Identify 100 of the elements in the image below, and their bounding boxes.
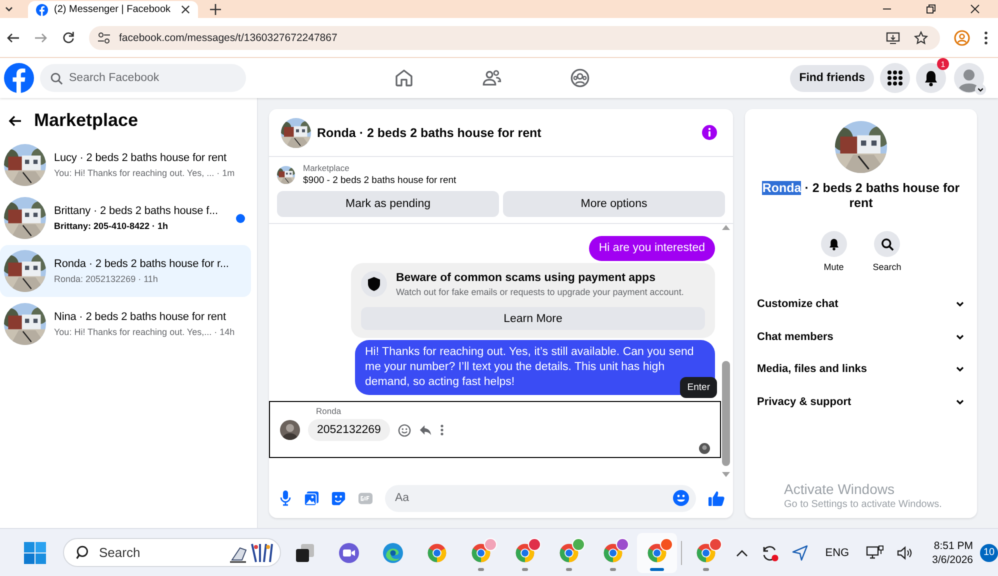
- info-icon[interactable]: [702, 125, 717, 140]
- conversation-title: Nina · 2 beds 2 baths house for rent: [54, 311, 227, 323]
- bell-icon: [923, 70, 939, 86]
- message-text-input[interactable]: Aa: [395, 492, 673, 504]
- search-field[interactable]: Search Facebook: [40, 64, 246, 92]
- install-app-icon[interactable]: [886, 30, 900, 44]
- message-preview: Ronda: 2052132269 · 11h: [54, 274, 159, 284]
- listing-action-button[interactable]: Mark as pending: [277, 191, 499, 217]
- search-input[interactable]: Search: [99, 545, 220, 560]
- tooltip: Enter: [680, 377, 717, 398]
- like-icon[interactable]: [708, 490, 725, 506]
- profile-icon[interactable]: [954, 30, 970, 46]
- search-button[interactable]: [874, 231, 900, 257]
- section-label: Privacy & support: [757, 396, 852, 408]
- listing-action-button[interactable]: More options: [503, 191, 725, 217]
- friends-icon[interactable]: [482, 68, 502, 88]
- running-indicator: [610, 568, 616, 570]
- message-preview: You: Hi! Thanks for reaching out. Yes,... · 14h: [54, 327, 236, 337]
- home-icon[interactable]: [394, 68, 414, 88]
- running-indicator: [478, 568, 484, 570]
- conversation-item[interactable]: Ronda · 2 beds 2 baths house for r... Ronda: 2052132269 · 11h: [0, 245, 251, 297]
- notifications-button[interactable]: [916, 63, 946, 93]
- windows-start-icon[interactable]: [24, 542, 46, 564]
- notification-count: 1: [937, 58, 949, 70]
- taskbar-search-field[interactable]: Search: [63, 538, 281, 567]
- new-tab-icon[interactable]: [210, 4, 221, 14]
- search-icon: [880, 238, 894, 250]
- running-indicator: [522, 568, 528, 570]
- search-input[interactable]: Search Facebook: [69, 72, 236, 84]
- scroll-up-icon[interactable]: [722, 225, 730, 230]
- microphone-icon[interactable]: [279, 490, 292, 506]
- caret-icon: [975, 84, 986, 95]
- account-button[interactable]: [954, 63, 984, 93]
- menu-button[interactable]: [880, 63, 910, 93]
- date-text: 3/6/2026: [932, 554, 973, 566]
- message-input[interactable]: Aa: [385, 484, 696, 512]
- groups-icon[interactable]: [570, 68, 590, 88]
- accordion-row[interactable]: Media, files and links: [757, 353, 965, 386]
- shield-icon: [367, 276, 381, 292]
- grid-icon: [887, 70, 903, 86]
- location-icon[interactable]: [792, 544, 808, 560]
- search-icon: [76, 545, 91, 560]
- learn-more-button[interactable]: Learn More: [361, 307, 705, 330]
- network-icon[interactable]: [866, 544, 884, 560]
- sticker-icon[interactable]: [331, 490, 346, 506]
- section-label: Customize chat: [757, 298, 838, 310]
- smiley-icon[interactable]: [398, 424, 411, 436]
- restore-icon[interactable]: [926, 4, 936, 14]
- scrollbar-thumb[interactable]: [722, 361, 730, 466]
- facebook-icon: [36, 4, 48, 16]
- star-icon[interactable]: [914, 30, 928, 44]
- reply-icon[interactable]: [418, 424, 432, 436]
- find-friends-button[interactable]: Find friends: [790, 64, 874, 92]
- bell-icon: [828, 238, 840, 250]
- sent-message: Hi are you interested: [588, 236, 715, 261]
- chevron-up-icon[interactable]: [736, 548, 748, 556]
- edge-icon: [382, 542, 404, 564]
- notification-count[interactable]: 10: [980, 544, 998, 562]
- tab-title: (2) Messenger | Facebook: [54, 4, 172, 15]
- menu-icon[interactable]: [984, 30, 988, 44]
- activation-title: Activate Windows: [784, 481, 896, 497]
- accordion-row[interactable]: Customize chat: [757, 288, 965, 320]
- accordion-row[interactable]: Chat members: [757, 320, 965, 353]
- conversation-item[interactable]: Lucy · 2 beds 2 baths house for rent You: Hi! Thanks for reaching out. Yes, ... · 1m: [0, 139, 251, 191]
- accordion-row[interactable]: Privacy & support: [757, 386, 965, 418]
- tab-list-icon[interactable]: [4, 4, 14, 14]
- conversation-title: Ronda · 2 beds 2 baths house for rent: [761, 181, 961, 211]
- search-icon: [50, 72, 63, 84]
- message-preview: You: Hi! Thanks for reaching out. Yes, ... · 1m: [54, 168, 236, 178]
- clock[interactable]: 8:51 PM 3/6/2026: [932, 540, 973, 566]
- facebook-logo[interactable]: [4, 63, 34, 93]
- time-text: 8:51 PM: [934, 540, 973, 552]
- more-icon[interactable]: [440, 424, 444, 436]
- language-indicator[interactable]: ENG: [825, 546, 850, 558]
- mute-button[interactable]: [820, 231, 847, 257]
- scroll-down-icon[interactable]: [722, 472, 730, 477]
- back-icon[interactable]: [8, 114, 22, 128]
- message-preview: Brittany: 205-410-8422 · 1h: [54, 221, 170, 231]
- forward-icon[interactable]: [34, 30, 48, 44]
- emoji-icon[interactable]: [673, 490, 689, 506]
- conversation-title: Ronda · 2 beds 2 baths house for r...: [54, 258, 230, 270]
- back-icon[interactable]: [6, 30, 20, 44]
- skates-drawing: [228, 542, 276, 564]
- site-settings-icon[interactable]: [97, 30, 111, 44]
- listing-title: $900 - 2 beds 2 baths house for rent: [303, 175, 456, 186]
- sync-icon[interactable]: [761, 544, 780, 562]
- avatar-icon: [280, 420, 300, 440]
- address-bar[interactable]: facebook.com/messages/t/1360327672247867: [89, 26, 940, 50]
- conversation-title: Brittany · 2 beds 2 baths house f...: [54, 205, 219, 217]
- image-icon[interactable]: [304, 490, 319, 506]
- reload-icon[interactable]: [62, 31, 75, 44]
- listing-label: Marketplace: [303, 163, 350, 173]
- activation-text: Go to Settings to activate Windows.: [784, 499, 942, 510]
- close-icon[interactable]: [181, 5, 190, 14]
- volume-icon[interactable]: [897, 546, 914, 560]
- conversation-item[interactable]: Nina · 2 beds 2 baths house for rent You: Hi! Thanks for reaching out. Yes,... · 14h: [0, 298, 251, 350]
- chat-title: Ronda · 2 beds 2 baths house for rent: [317, 126, 542, 140]
- browser-tab[interactable]: (2) Messenger | Facebook: [28, 1, 198, 18]
- conversation-item[interactable]: Brittany · 2 beds 2 baths house f... Brittany: 205-410-8422 · 1h: [0, 192, 251, 244]
- close-icon[interactable]: [970, 4, 980, 14]
